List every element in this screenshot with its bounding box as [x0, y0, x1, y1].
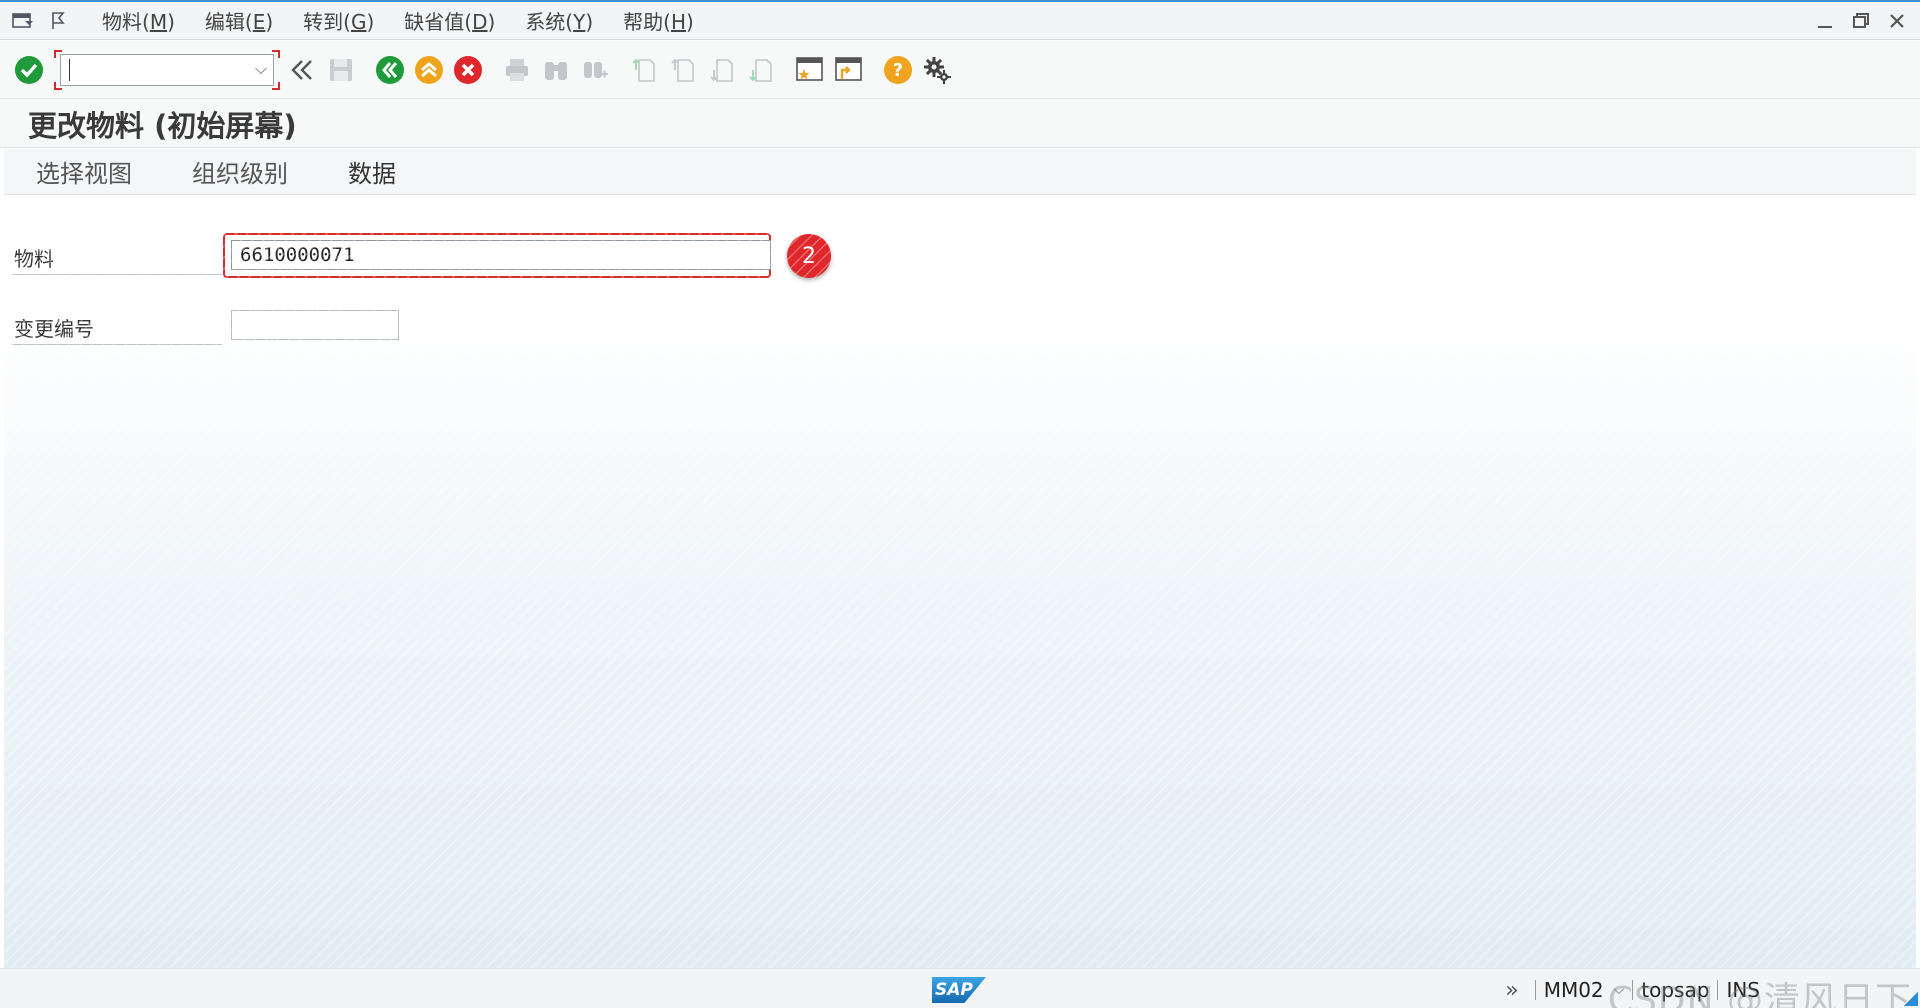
menu-help-suffix: ): [686, 10, 694, 34]
command-field[interactable]: ⌵: [60, 53, 274, 86]
sap-logo: SAP: [932, 977, 986, 1003]
exit-icon[interactable]: [412, 53, 446, 87]
settings-gear-icon[interactable]: [920, 53, 954, 87]
change-number-label: 变更编号: [12, 313, 222, 345]
step-badge: 2: [787, 234, 831, 278]
print-icon[interactable]: [500, 53, 534, 87]
menu-goto-key: G: [350, 10, 367, 34]
main-content: 物料 6610000071 2 变更编号: [4, 196, 1916, 968]
menu-edit-label: 编辑(: [204, 10, 253, 34]
create-session-icon[interactable]: [793, 53, 827, 87]
previous-page-icon[interactable]: [666, 53, 700, 87]
material-row: 物料: [12, 243, 222, 275]
status-bar: SAP » MM02 ⌵ topsap INS CSDN @清风日下: [0, 968, 1920, 1008]
generate-shortcut-icon[interactable]: [832, 53, 866, 87]
menu-system[interactable]: 系统(Y): [525, 6, 593, 35]
menu-system-suffix: ): [585, 10, 594, 34]
menu-material[interactable]: 物料(M): [102, 6, 175, 35]
save-icon[interactable]: [324, 53, 358, 87]
menu-defaults[interactable]: 缺省值(D): [404, 6, 495, 35]
org-levels-button[interactable]: 组织级别: [174, 154, 306, 189]
first-page-icon[interactable]: [627, 53, 661, 87]
menu-edit-suffix: ): [265, 10, 274, 34]
menu-help-label: 帮助(: [623, 10, 671, 34]
back-icon[interactable]: [373, 53, 407, 87]
menu-edit-key: E: [252, 10, 266, 34]
menu-edit[interactable]: 编辑(E): [205, 6, 273, 35]
chevron-down-icon[interactable]: ⌵: [255, 59, 267, 79]
status-divider: [1534, 980, 1536, 1000]
next-page-icon[interactable]: [705, 53, 739, 87]
enter-check-icon[interactable]: [12, 53, 46, 87]
close-window-icon[interactable]: [1884, 8, 1910, 34]
change-number-input[interactable]: [231, 310, 399, 340]
last-page-icon[interactable]: [744, 53, 778, 87]
menu-material-label: 物料(: [102, 10, 150, 34]
menu-help[interactable]: 帮助(H): [623, 6, 694, 35]
transaction-code: MM02: [1543, 978, 1604, 1002]
data-button[interactable]: 数据: [330, 154, 414, 189]
material-label: 物料: [12, 243, 222, 275]
svg-text:?: ?: [893, 60, 903, 81]
menu-help-key: H: [670, 10, 687, 34]
command-field-wrapper: ⌵: [54, 49, 280, 90]
application-toolbar: 选择视图 组织级别 数据: [4, 149, 1916, 195]
find-next-icon[interactable]: [578, 53, 612, 87]
help-icon[interactable]: ?: [881, 53, 915, 87]
system-toolbar: ⌵ ?: [0, 41, 1920, 99]
cancel-icon[interactable]: [451, 53, 485, 87]
change-number-row: 变更编号: [12, 313, 222, 345]
menu-defaults-label: 缺省值(: [404, 10, 473, 34]
find-icon[interactable]: [539, 53, 573, 87]
menu-material-key: M: [149, 10, 168, 34]
menu-system-key: Y: [573, 10, 586, 34]
minimize-icon[interactable]: [1812, 8, 1838, 34]
collapse-toolbar-icon[interactable]: [285, 53, 319, 87]
expand-status-icon[interactable]: »: [1505, 978, 1518, 1003]
menu-bar: 物料(M) 编辑(E) 转到(G) 缺省值(D) 系统(Y) 帮助(H): [0, 2, 1920, 40]
watermark: CSDN @清风日下: [1607, 980, 1912, 1008]
page-title: 更改物料 (初始屏幕): [0, 100, 1920, 148]
resize-corner-icon[interactable]: [1904, 992, 1918, 1006]
menu-defaults-key: D: [472, 10, 488, 34]
customize-layout-icon[interactable]: [46, 10, 72, 32]
menu-defaults-suffix: ): [487, 10, 496, 34]
select-views-button[interactable]: 选择视图: [18, 154, 150, 189]
menu-goto-suffix: ): [366, 10, 375, 34]
menu-material-suffix: ): [167, 10, 175, 34]
material-input[interactable]: 6610000071: [231, 240, 771, 270]
restore-icon[interactable]: [1848, 8, 1874, 34]
menu-system-label: 系统(: [525, 10, 574, 34]
menu-toggle-icon[interactable]: [10, 10, 36, 32]
window-controls: [1812, 8, 1910, 34]
menu-goto-label: 转到(: [303, 10, 351, 34]
menu-goto[interactable]: 转到(G): [303, 6, 374, 35]
